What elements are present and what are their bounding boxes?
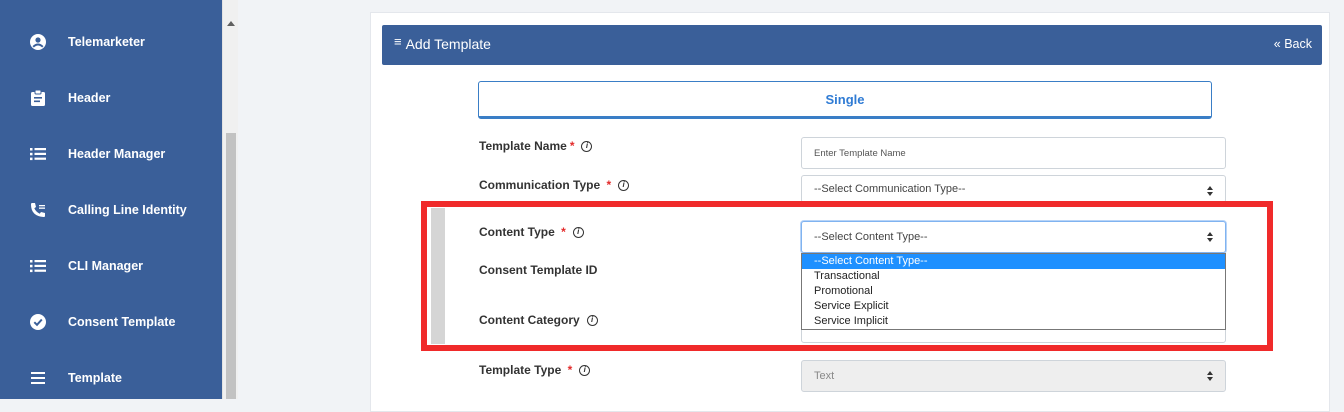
sidebar-item-label: Template [68,371,122,385]
sidebar-scrollbar[interactable] [222,0,238,399]
tab-single[interactable]: Single [478,81,1212,119]
phone-icon [29,201,47,219]
info-icon[interactable]: i [579,364,591,376]
sidebar-item-header[interactable]: Header [0,70,222,126]
info-icon[interactable]: i [581,140,593,152]
info-icon[interactable]: i [618,179,630,191]
sidebar-item-label: Header [68,91,111,105]
back-link[interactable]: « Back [1274,37,1312,51]
card-header: ≡ Add Template « Back [382,25,1322,65]
sidebar-item-template[interactable]: Template [0,350,222,406]
list-icon [29,257,47,275]
template-type-select: Text [801,360,1226,392]
bars-icon [29,369,47,387]
sidebar-item-header-manager[interactable]: Header Manager [0,126,222,182]
template-name-input[interactable]: Enter Template Name [801,137,1226,169]
sidebar-item-cli-manager[interactable]: CLI Manager [0,238,222,294]
communication-type-select[interactable]: --Select Communication Type-- [801,175,1226,203]
sidebar-item-consent-template[interactable]: Consent Template [0,294,222,350]
card-title: ≡ Add Template [394,33,491,53]
highlight-annotation-box [421,201,1273,351]
sidebar-item-label: Calling Line Identity [68,203,187,217]
sidebar-item-label: CLI Manager [68,259,144,273]
card-title-text: Add Template [405,36,491,52]
sidebar-item-label: Header Manager [68,147,166,161]
required-asterisk: * [564,363,573,377]
user-circle-icon [29,33,47,51]
sidebar: Telemarketer Header Header Manager Calli… [0,0,222,399]
list-icon [29,145,47,163]
sidebar-item-label: Consent Template [68,315,176,329]
communication-type-label: Communication Type * i [479,178,630,192]
required-asterisk: * [603,178,612,192]
scroll-up-arrow-icon[interactable] [227,21,235,26]
clipboard-icon [29,89,47,107]
required-asterisk: * [569,139,575,153]
sidebar-item-telemarketer[interactable]: Telemarketer [0,14,222,70]
menu-icon: ≡ [394,33,402,49]
template-name-label: Template Name * i [479,139,593,153]
template-type-label: Template Type * i [479,363,591,377]
check-circle-icon [29,313,47,331]
sidebar-item-label: Telemarketer [68,35,145,49]
sidebar-item-calling-line-identity[interactable]: Calling Line Identity [0,182,222,238]
scroll-thumb[interactable] [226,133,236,399]
